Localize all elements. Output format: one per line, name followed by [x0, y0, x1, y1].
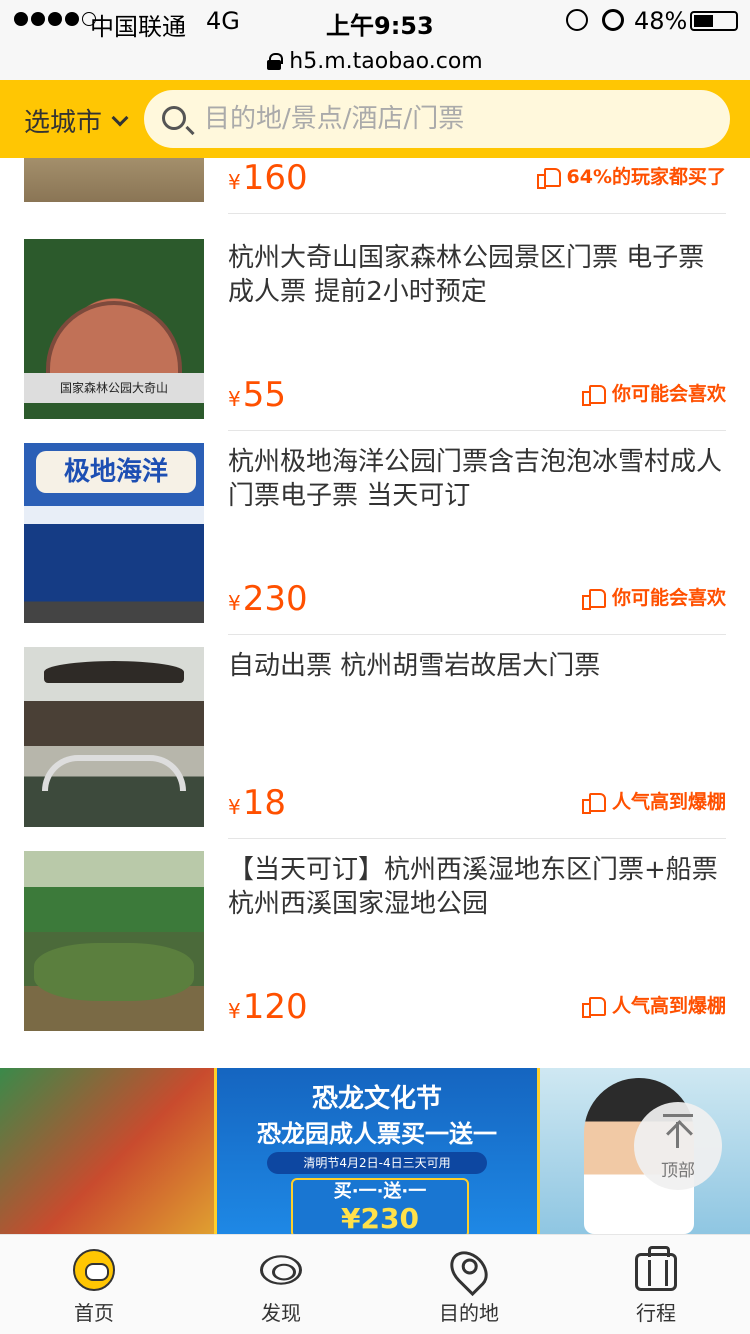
back-to-top-label: 顶部 — [661, 1161, 695, 1181]
ticket-title: 【当天可订】杭州西溪湿地东区门票+船票 杭州西溪国家湿地公园 — [228, 855, 718, 919]
lock-icon — [267, 53, 284, 70]
search-box[interactable] — [144, 90, 730, 148]
tab-label: 目的地 — [439, 1301, 499, 1325]
tab-destination[interactable]: 目的地 — [375, 1235, 563, 1334]
ticket-price: ¥230 — [228, 579, 308, 619]
city-label: 选城市 — [24, 108, 103, 138]
tab-label: 首页 — [74, 1301, 114, 1325]
list-item[interactable]: 国家森林公园大奇山 杭州大奇山国家森林公园景区门票 电子票 成人票 提前2小时预… — [0, 239, 750, 443]
thumbs-up-icon — [581, 995, 606, 1018]
divider — [228, 838, 726, 839]
ticket-thumbnail: 国家森林公园大奇山 — [24, 239, 204, 419]
banner-price: ¥230 — [341, 1202, 419, 1234]
list-item[interactable]: 自动出票 杭州胡雪岩故居大门票 ¥18 人气高到爆棚 — [0, 647, 750, 851]
banner-text-panel: 恐龙文化节 恐龙园成人票买一送一 清明节4月2日-4日三天可用 买·一·送·一 … — [214, 1068, 540, 1234]
back-to-top-button[interactable]: 顶部 — [634, 1102, 722, 1190]
ticket-price: ¥55 — [228, 375, 286, 415]
chevron-down-icon — [111, 109, 129, 126]
eye-icon — [260, 1255, 302, 1285]
ticket-thumbnail — [24, 647, 204, 827]
tab-label: 发现 — [261, 1301, 301, 1325]
tab-discover[interactable]: 发现 — [187, 1235, 375, 1334]
ticket-price: ¥120 — [228, 987, 308, 1027]
recommend-tag: 人气高到爆棚 — [581, 787, 726, 814]
city-selector[interactable]: 选城市 — [24, 102, 129, 139]
search-input[interactable] — [204, 100, 704, 138]
location-pin-icon — [442, 1243, 496, 1297]
divider — [228, 430, 726, 431]
ticket-price: ¥18 — [228, 783, 286, 823]
list-item[interactable]: ¥160 64%的玩家都买了 — [0, 158, 750, 226]
ticket-title: 杭州大奇山国家森林公园景区门票 电子票 成人票 提前2小时预定 — [228, 243, 705, 307]
home-icon — [73, 1249, 115, 1291]
banner-title: 恐龙文化节 — [311, 1084, 442, 1114]
ticket-price: ¥160 — [228, 158, 308, 198]
divider — [228, 634, 726, 635]
suitcase-icon — [635, 1246, 677, 1291]
tab-home[interactable]: 首页 — [0, 1235, 188, 1334]
signal-strength-icon — [14, 12, 96, 26]
ticket-thumbnail — [24, 158, 204, 202]
thumbs-up-icon — [581, 791, 606, 814]
divider — [228, 213, 726, 214]
thumbs-up-icon — [536, 166, 561, 189]
ticket-thumbnail — [24, 851, 204, 1031]
clock: 上午9:53 — [326, 12, 434, 40]
url-bar[interactable]: h5.m.taobao.com — [0, 42, 750, 80]
search-header: 选城市 — [0, 80, 750, 158]
status-bar: 中国联通 4G 上午9:53 48% — [0, 0, 750, 42]
tab-label: 行程 — [636, 1301, 676, 1325]
banner-promo: 买·一·送·一 — [333, 1181, 427, 1202]
list-item[interactable]: 极地海洋 杭州极地海洋公园门票含吉泡泡冰雪村成人门票电子票 当天可订 ¥230 … — [0, 443, 750, 647]
tab-trips[interactable]: 行程 — [562, 1235, 750, 1334]
recommend-tag: 你可能会喜欢 — [581, 379, 726, 406]
banner-promo-box: 买·一·送·一 ¥230 — [291, 1178, 469, 1234]
battery-icon — [690, 11, 738, 31]
thumbnail-caption: 国家森林公园大奇山 — [24, 373, 204, 403]
thumbs-up-icon — [581, 587, 606, 610]
bottom-tab-bar: 首页 发现 目的地 行程 — [0, 1234, 750, 1334]
thumbs-up-icon — [581, 383, 606, 406]
battery-percent: 48% — [634, 7, 688, 35]
thumbnail-caption: 极地海洋 — [36, 451, 196, 493]
list-item[interactable]: 【当天可订】杭州西溪湿地东区门票+船票 杭州西溪国家湿地公园 ¥120 人气高到… — [0, 851, 750, 1055]
recommend-tag: 你可能会喜欢 — [581, 583, 726, 610]
ticket-title: 杭州极地海洋公园门票含吉泡泡冰雪村成人门票电子票 当天可订 — [228, 447, 723, 511]
rotation-lock-icon — [566, 9, 588, 31]
recommend-tag: 64%的玩家都买了 — [536, 162, 726, 189]
network-type: 4G — [206, 7, 240, 35]
search-icon — [162, 106, 186, 130]
ticket-thumbnail: 极地海洋 — [24, 443, 204, 623]
carrier-name: 中国联通 — [90, 13, 186, 41]
alarm-icon — [602, 9, 624, 31]
banner-date-note: 清明节4月2日-4日三天可用 — [267, 1152, 487, 1174]
recommend-tag: 人气高到爆棚 — [581, 991, 726, 1018]
url-text: h5.m.taobao.com — [289, 48, 483, 74]
banner-subtitle: 恐龙园成人票买一送一 — [257, 1120, 497, 1148]
dinosaur-image — [0, 1068, 214, 1234]
ticket-title: 自动出票 杭州胡雪岩故居大门票 — [228, 651, 601, 681]
ticket-list: ¥160 64%的玩家都买了 国家森林公园大奇山 杭州大奇山国家森林公园景区门票… — [0, 158, 750, 1055]
